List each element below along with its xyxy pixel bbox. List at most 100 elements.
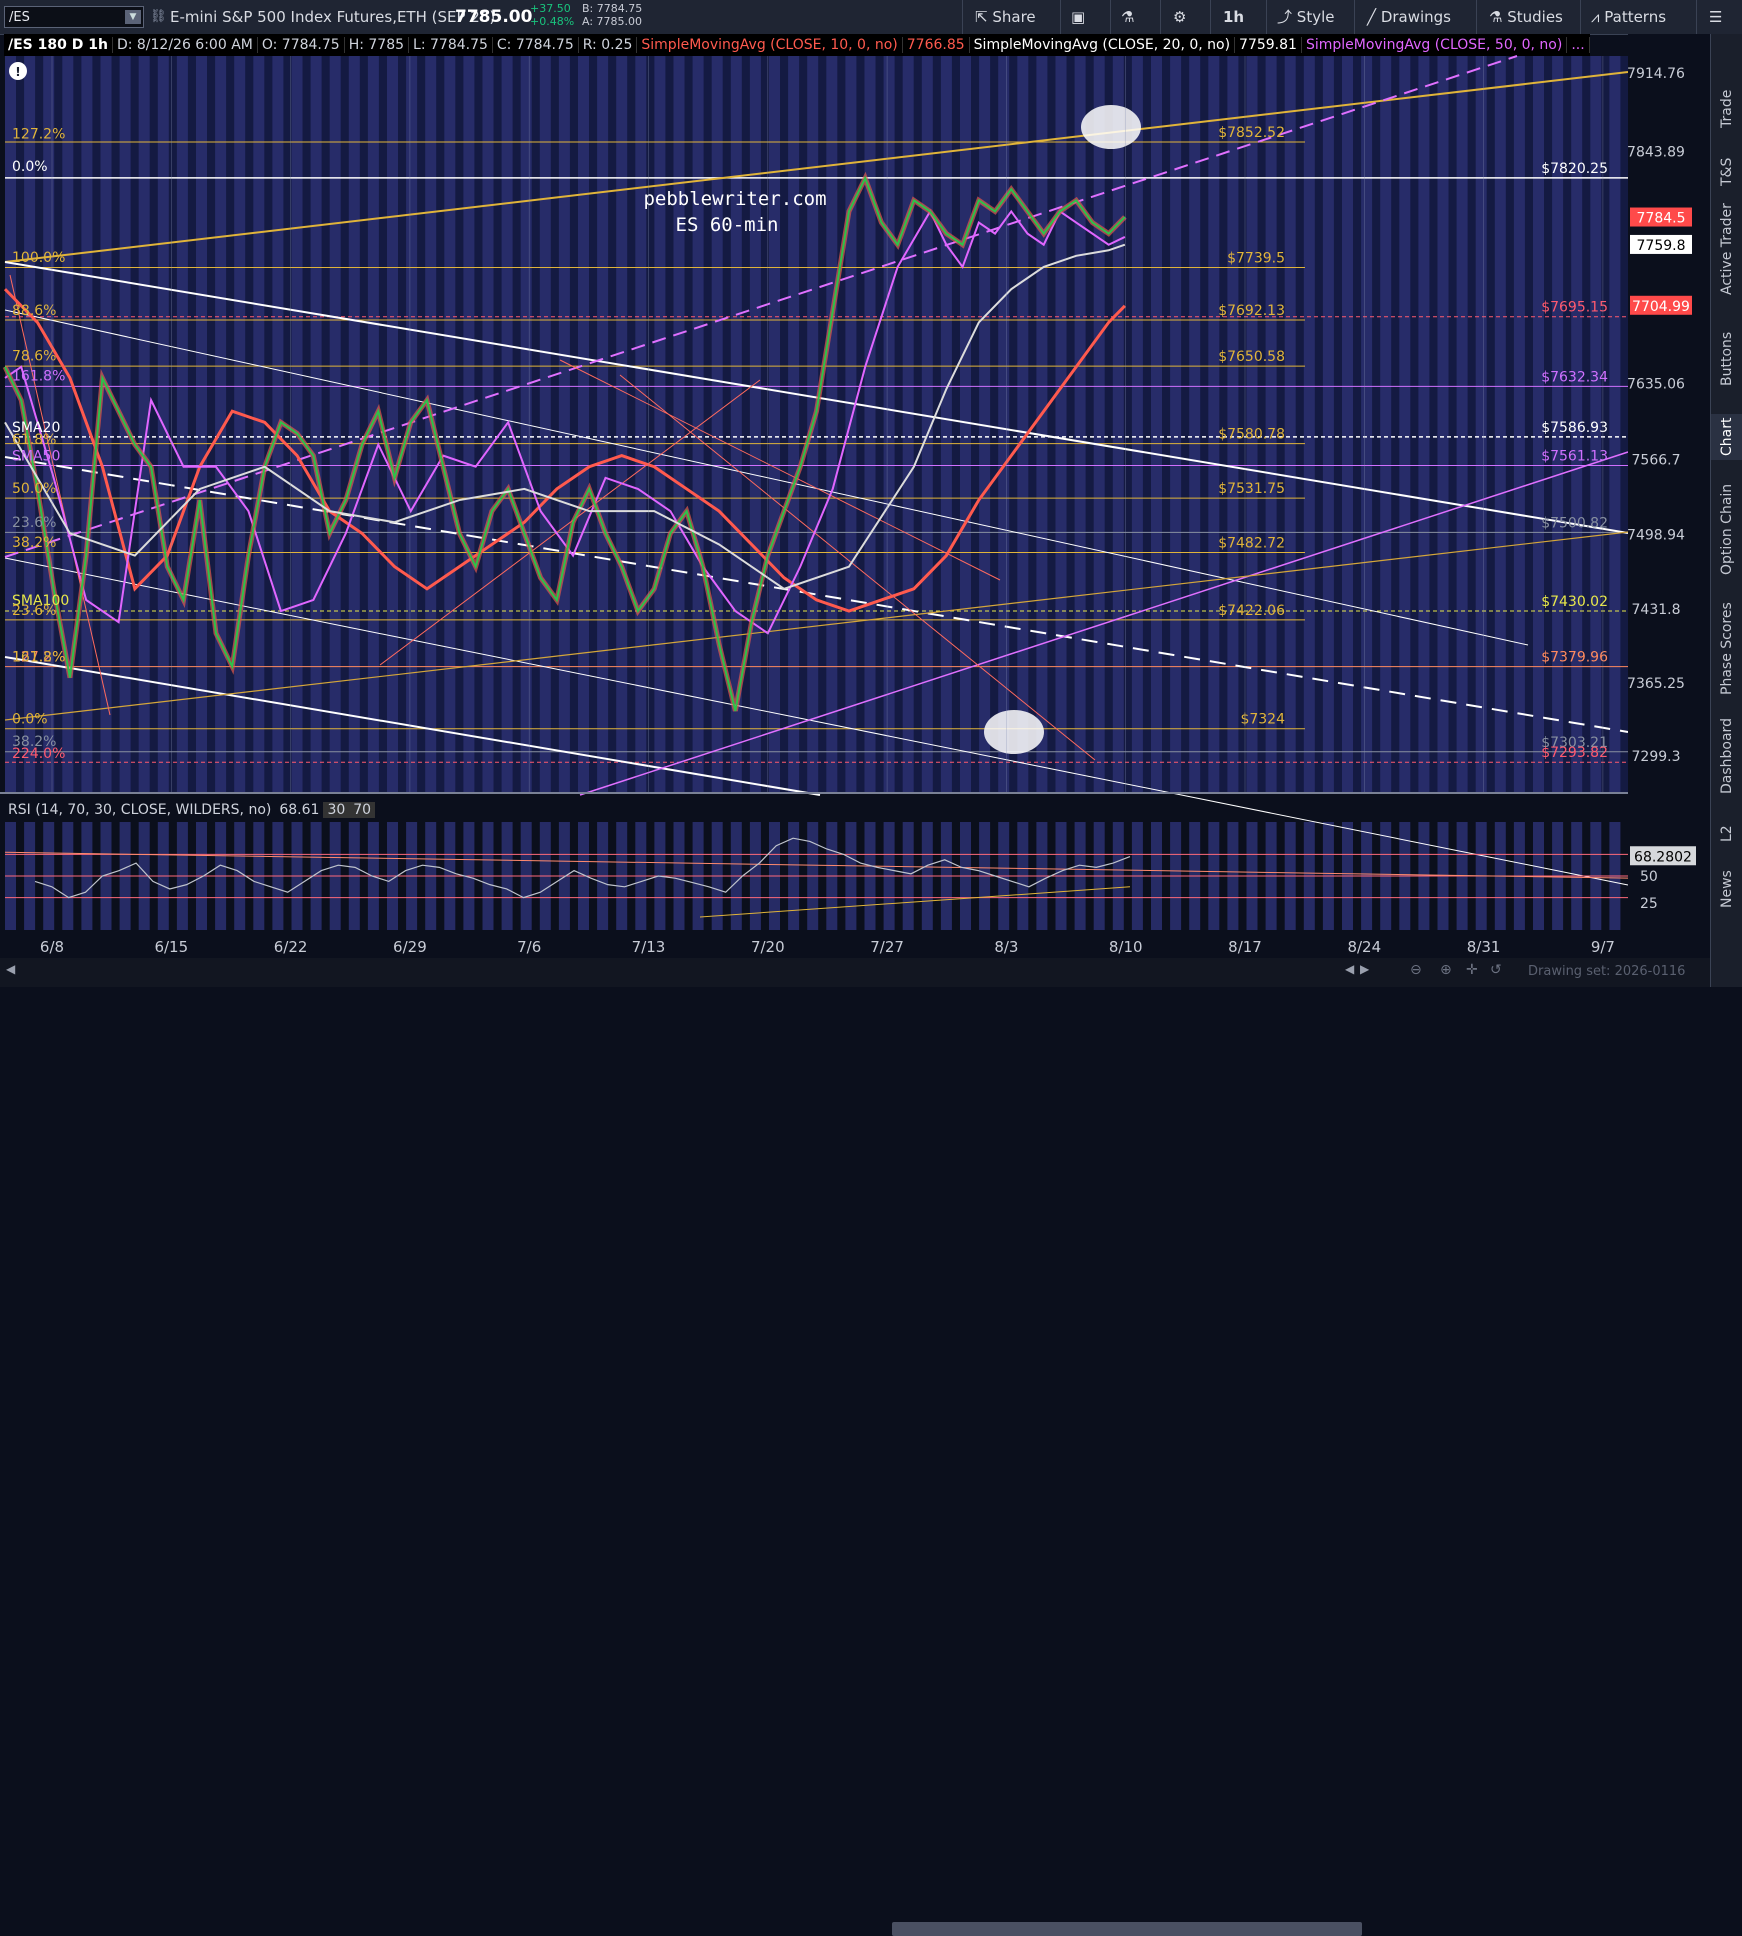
session-stripe [1609,56,1621,792]
sidebar-tab[interactable]: News [1711,864,1742,914]
fib-label: 161.8% [12,650,65,666]
rsi-value: 68.61 [279,802,320,818]
level-label: $7531.75 [1218,481,1285,497]
sidebar-tab[interactable]: Option Chain [1711,474,1742,584]
zoom-in-icon[interactable]: ⊕ [1440,962,1452,978]
watermark-line1: pebblewriter.com [643,188,826,210]
price-tick-label: 7914.76 [1627,66,1685,82]
price-tick-label: 7365.25 [1627,676,1685,692]
fib-label: 224.0% [12,746,65,762]
sidebar-tab[interactable]: Active Trader [1711,194,1742,304]
session-stripe [1093,56,1105,792]
session-stripe [1017,56,1029,792]
session-stripe [788,56,800,792]
sidebar-tab[interactable]: Buttons [1711,324,1742,394]
zoom-out-icon[interactable]: ⊖ [1410,962,1422,978]
session-stripe [597,56,609,792]
session-stripe [769,56,780,792]
price-axis: 7914.76 7843.89 7635.06 7566.7 7498.94 7431.8… [1627,34,1710,958]
sidebar-tab[interactable]: Chart [1711,414,1742,460]
session-stripe [1246,56,1258,792]
level-label: $7695.15 [1541,300,1608,316]
level-label: $7430.02 [1541,594,1608,610]
rsi-marker-label: 68.2802 [1634,849,1692,865]
reset-icon[interactable]: ↺ [1490,962,1502,978]
rsi-lower: 30 [323,802,350,818]
session-stripe [1418,56,1430,792]
session-stripe [673,56,685,792]
time-tick-label: 6/15 [154,938,188,956]
price-tick-label: 7431.8 [1632,602,1681,618]
sidebar-tab[interactable]: T&S [1711,154,1742,190]
drawing-set: Drawing set: 2026-0116 [1528,964,1686,979]
time-tick-label: 6/8 [40,938,64,956]
fib-label: 23.6% [12,603,56,619]
time-tick-label: 9/7 [1591,938,1615,956]
price-tick-label: 7498.94 [1627,528,1685,544]
rsi-label[interactable]: RSI (14, 70, 30, CLOSE, WILDERS, no) [4,802,275,818]
session-stripe [1475,56,1487,792]
fib-label: 127.2% [12,127,65,143]
scroll-left-icon[interactable]: ◀ [1345,962,1354,976]
level-label: $7324 [1240,712,1285,728]
level-label: $7561.13 [1541,448,1608,464]
sidebar-tab[interactable]: Dashboard [1711,714,1742,798]
sidebar-tab[interactable]: L2 [1711,819,1742,849]
time-tick-label: 7/27 [870,938,904,956]
time-scrollbar[interactable] [892,1922,1362,1936]
fib-label: 61.8% [12,432,56,448]
price-tick-label: 7299.3 [1632,749,1681,765]
session-stripe [1055,56,1067,792]
session-stripe [387,56,398,792]
level-label: $7293.82 [1541,745,1608,761]
session-stripe [196,56,207,792]
fib-label: 38.2% [12,535,56,551]
info-icon-glyph: ! [15,65,20,79]
session-stripe [62,56,74,792]
crosshair-icon[interactable]: ✛ [1466,962,1478,978]
fib-label: 88.6% [12,303,56,319]
rsi-tick-label: 50 [1640,869,1658,885]
right-sidebar: Trade T&S Active Trader Buttons Chart Option … [1710,34,1742,987]
session-stripe [1112,56,1124,792]
session-stripe [1227,56,1239,792]
session-stripe [444,56,456,792]
session-stripe [482,56,494,792]
session-stripe [310,56,322,792]
sidebar-tab[interactable]: Trade [1711,74,1742,144]
target-highlight [984,710,1044,754]
sidebar-tab[interactable]: Phase Scores [1711,594,1742,704]
watermark-line2: ES 60-min [676,214,779,236]
session-stripe [578,56,589,792]
time-tick-label: 8/17 [1228,938,1262,956]
session-stripe [1074,56,1086,792]
fib-label: 100.0% [12,250,65,266]
session-stripe [539,56,551,792]
time-tick-label: 8/10 [1109,938,1143,956]
session-stripe [253,56,265,792]
price-tick-label: 7843.89 [1627,145,1685,161]
session-stripe [1265,56,1277,792]
level-label: $7692.13 [1218,303,1285,319]
session-stripe [998,56,1010,792]
session-stripe [1361,56,1373,792]
rsi-info-bar: RSI (14, 70, 30, CLOSE, WILDERS, no) 68.6… [4,799,376,821]
time-tick-label: 8/24 [1347,938,1381,956]
target-highlight [1081,105,1141,149]
fib-label: 78.6% [12,349,56,365]
bottom-scroll-bar: ◀ ◀ ▶ ⊖ ⊕ ✛ ↺ Drawing set: 2026-0116 [0,958,1710,1936]
session-stripe [176,56,188,792]
session-stripe [291,56,303,792]
scroll-right-icon[interactable]: ▶ [1360,962,1369,976]
session-stripe [234,56,246,792]
fib-label: 0.0% [12,159,48,175]
session-stripe [940,56,952,792]
fib-label: 0.0% [12,712,48,728]
session-stripe [864,56,876,792]
scroll-left-icon[interactable]: ◀ [6,962,15,976]
session-stripe [1151,56,1162,792]
session-stripe [1131,56,1143,792]
fib-label: 161.8% [12,369,65,385]
level-label: $7586.93 [1541,420,1608,436]
session-stripe [1303,56,1315,792]
